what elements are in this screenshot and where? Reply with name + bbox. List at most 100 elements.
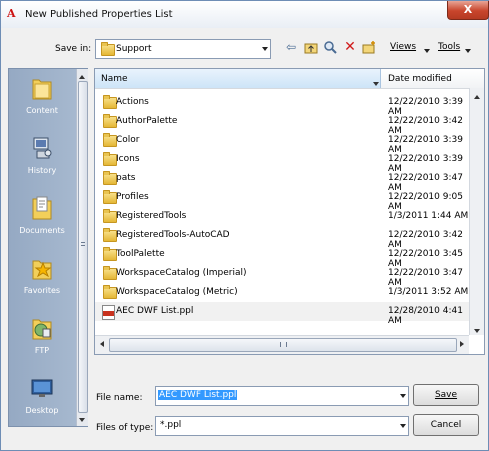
- list-header: Name Date modified: [95, 69, 484, 89]
- content-folder-icon: [31, 75, 53, 101]
- ftp-globe-folder-icon: [31, 315, 53, 341]
- list-item[interactable]: Actions 12/22/2010 3:39 AM: [95, 93, 469, 117]
- scroll-down-icon[interactable]: [474, 326, 480, 336]
- save-in-value: Support: [116, 44, 152, 54]
- column-name-label: Name: [101, 74, 128, 84]
- delete-icon[interactable]: ✕: [343, 40, 357, 54]
- places-scroll-thumb[interactable]: [78, 81, 88, 413]
- search-web-icon[interactable]: [323, 40, 337, 54]
- chevron-down-icon[interactable]: [400, 394, 406, 398]
- list-item-selected[interactable]: AEC DWF List.ppl 12/28/2010 4:41 AM: [95, 302, 469, 326]
- folder-icon: [103, 171, 117, 185]
- autocad-app-icon: A: [7, 7, 16, 20]
- history-computer-icon: [31, 135, 53, 161]
- file-type-label: Files of type:: [96, 423, 154, 433]
- title-bar[interactable]: A New Published Properties List X: [1, 1, 489, 28]
- tools-menu[interactable]: Tools: [438, 42, 460, 52]
- list-vertical-scrollbar[interactable]: [469, 88, 484, 335]
- close-button[interactable]: X: [447, 1, 489, 20]
- place-label: Favorites: [23, 286, 61, 295]
- file-name-input[interactable]: AEC DWF List.ppl: [155, 386, 409, 406]
- file-name: Profiles: [116, 192, 149, 202]
- desktop-monitor-icon: [31, 375, 53, 401]
- folder-icon: [103, 133, 117, 147]
- grip-icon: [280, 342, 287, 347]
- back-icon[interactable]: ⇦: [284, 40, 298, 54]
- place-desktop[interactable]: Desktop: [9, 375, 75, 415]
- file-name: pats: [116, 173, 136, 183]
- file-name: Icons: [116, 154, 140, 164]
- list-item[interactable]: WorkspaceCatalog (Imperial) 12/22/2010 3:…: [95, 264, 469, 288]
- file-date: 1/3/2011 1:44 AM: [388, 211, 469, 221]
- place-label: FTP: [34, 346, 50, 355]
- cancel-button[interactable]: Cancel: [413, 414, 479, 436]
- list-item[interactable]: WorkspaceCatalog (Metric) 1/3/2011 3:52 A…: [95, 283, 469, 302]
- file-type-dropdown[interactable]: *.ppl: [155, 416, 409, 436]
- file-date: 1/3/2011 3:52 AM: [388, 287, 469, 297]
- list-item[interactable]: RegisteredTools-AutoCAD 12/22/2010 3:42 A…: [95, 226, 469, 250]
- column-header-date[interactable]: Date modified: [388, 74, 452, 84]
- scroll-up-icon[interactable]: [474, 92, 480, 102]
- list-item[interactable]: ToolPalette 12/22/2010 3:45 AM: [95, 245, 469, 269]
- horizontal-scroll-thumb[interactable]: [109, 338, 457, 352]
- new-folder-icon[interactable]: [362, 40, 376, 54]
- place-content[interactable]: Content: [9, 75, 75, 115]
- save-in-label: Save in:: [55, 44, 92, 54]
- up-folder-icon[interactable]: [304, 40, 318, 54]
- scroll-down-icon[interactable]: [79, 415, 85, 425]
- list-item[interactable]: pats 12/22/2010 3:47 AM: [95, 169, 469, 193]
- save-in-dropdown[interactable]: Support: [95, 39, 271, 59]
- folder-icon: [103, 190, 117, 204]
- documents-folder-icon: [31, 195, 53, 221]
- places-bar: Content History Documents Favorites FTP: [8, 68, 88, 427]
- list-item[interactable]: Icons 12/22/2010 3:39 AM: [95, 150, 469, 174]
- column-header-name[interactable]: Name: [95, 69, 381, 88]
- place-label: Documents: [19, 226, 65, 235]
- file-date: 12/28/2010 4:41 AM: [388, 306, 463, 326]
- grip-icon: [81, 242, 85, 246]
- file-list[interactable]: Name Date modified Actions 12/22/2010 3:3…: [94, 68, 485, 355]
- place-label: Content: [26, 106, 58, 115]
- folder-icon: [103, 228, 117, 242]
- chevron-down-icon: [262, 47, 268, 51]
- tools-chevron-down-icon[interactable]: [465, 46, 471, 56]
- chevron-down-icon: [400, 424, 406, 428]
- list-item[interactable]: Profiles 12/22/2010 9:05 AM: [95, 188, 469, 212]
- file-name: ToolPalette: [116, 249, 165, 259]
- ppl-file-icon: [102, 305, 115, 320]
- list-horizontal-scrollbar[interactable]: [95, 335, 469, 354]
- place-history[interactable]: History: [9, 135, 75, 175]
- file-name: Actions: [116, 97, 149, 107]
- file-name: RegisteredTools: [116, 211, 187, 221]
- folder-icon: [103, 266, 117, 280]
- list-item[interactable]: Color 12/22/2010 3:39 AM: [95, 131, 469, 155]
- file-type-value: *.ppl: [160, 420, 182, 430]
- views-menu[interactable]: Views: [390, 42, 416, 52]
- place-favorites[interactable]: Favorites: [9, 255, 75, 295]
- scroll-left-icon[interactable]: [100, 341, 104, 347]
- file-name: Color: [116, 135, 140, 145]
- folder-icon: [103, 285, 117, 299]
- place-documents[interactable]: Documents: [9, 195, 75, 235]
- file-name: WorkspaceCatalog (Metric): [116, 287, 238, 297]
- scroll-right-icon[interactable]: [460, 341, 464, 347]
- folder-icon: [103, 152, 117, 166]
- place-ftp[interactable]: FTP: [9, 315, 75, 355]
- views-chevron-down-icon[interactable]: [424, 46, 430, 56]
- file-name-value: AEC DWF List.ppl: [158, 390, 238, 400]
- file-name: WorkspaceCatalog (Imperial): [116, 268, 247, 278]
- place-label: History: [27, 166, 57, 175]
- file-name: AEC DWF List.ppl: [116, 306, 194, 316]
- folder-icon: [103, 114, 117, 128]
- list-item[interactable]: AuthorPalette 12/22/2010 3:42 AM: [95, 112, 469, 136]
- list-item[interactable]: RegisteredTools 1/3/2011 1:44 AM: [95, 207, 469, 226]
- favorites-star-folder-icon: [31, 255, 53, 281]
- folder-icon: [101, 42, 115, 56]
- places-scrollbar[interactable]: [76, 69, 88, 426]
- folder-icon: [103, 247, 117, 261]
- file-name-label: File name:: [96, 393, 143, 403]
- save-button-label: Save: [434, 390, 458, 400]
- folder-icon: [103, 95, 117, 109]
- save-button[interactable]: Save: [413, 384, 479, 406]
- window-title: New Published Properties List: [25, 9, 173, 20]
